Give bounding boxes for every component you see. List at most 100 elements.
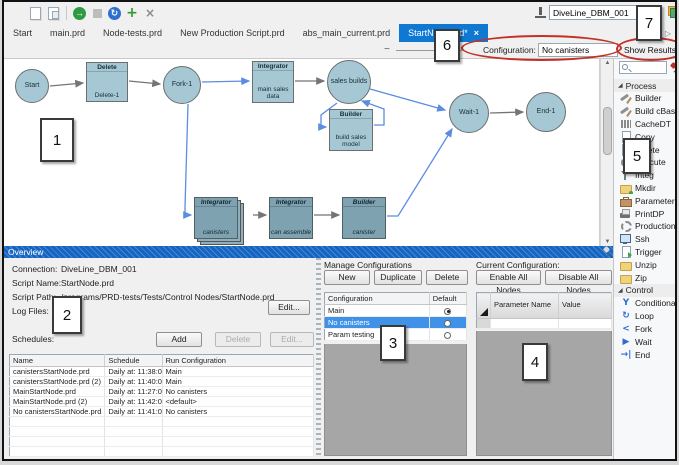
palette-pin-icon[interactable] <box>669 63 677 73</box>
schedule-row[interactable]: MainStartNode.prd (2)Daily at: 11:42:00<… <box>10 397 314 407</box>
stop-icon[interactable] <box>90 6 104 20</box>
cell[interactable]: Daily at: 11:41:00 <box>105 407 162 417</box>
zoom-out-icon[interactable]: − <box>384 44 390 55</box>
parameters-table[interactable]: Parameter Name Value <box>476 292 612 329</box>
node-delete-1[interactable]: DeleteDelete-1 <box>86 62 128 102</box>
schedule-row[interactable]: canistersStartNode.prdDaily at: 11:38:00… <box>10 367 314 377</box>
node-integrator-can-assemble[interactable]: Integratorcan assemble <box>269 197 313 239</box>
palette-item-build-cbase[interactable]: Build cBase <box>614 105 677 118</box>
schedule-row[interactable]: No canistersStartNode.prd (3)Daily at: 1… <box>10 407 314 417</box>
configuration-name[interactable]: Main <box>325 305 430 317</box>
column-header[interactable]: Run Configuration <box>162 355 314 367</box>
tab-node-tests-prd[interactable]: Node-tests.prd <box>94 24 171 42</box>
palette-item-mkdir[interactable]: Mkdir <box>614 182 677 195</box>
default-cell[interactable] <box>429 329 466 341</box>
delete-configuration-button[interactable]: Delete <box>426 270 468 285</box>
parameter-name-cell[interactable] <box>491 319 559 329</box>
tab-close-icon[interactable]: × <box>474 28 479 38</box>
panel-splitter[interactable] <box>316 258 321 457</box>
palette-item-builder[interactable]: Builder <box>614 92 677 105</box>
palette-item-zip[interactable]: Zip <box>614 271 677 284</box>
column-header[interactable]: Default <box>429 293 466 305</box>
refresh-icon[interactable]: ↻ <box>108 7 121 20</box>
column-header[interactable]: Schedule <box>105 355 162 367</box>
palette-item-loop[interactable]: ↻Loop <box>614 310 677 323</box>
cell[interactable]: MainStartNode.prd <box>10 387 105 397</box>
add-icon[interactable]: + <box>125 6 139 20</box>
schedule-row[interactable]: MainStartNode.prdDaily at: 11:27:00No ca… <box>10 387 314 397</box>
default-cell[interactable] <box>429 317 466 329</box>
log-files-edit-button[interactable]: Edit... <box>268 300 310 315</box>
default-cell[interactable] <box>429 305 466 317</box>
cell[interactable]: Daily at: 11:27:00 <box>105 387 162 397</box>
canvas-vertical-scrollbar[interactable]: ▲ ▼ <box>600 59 613 246</box>
cell[interactable]: Daily at: 11:40:00 <box>105 377 162 387</box>
overview-pin-icon[interactable] <box>602 247 612 257</box>
node-builder-sales[interactable]: Builderbuild sales model <box>329 109 373 151</box>
cell[interactable]: canistersStartNode.prd <box>10 367 105 377</box>
copy-icon[interactable] <box>28 6 42 20</box>
palette-item-production[interactable]: Production <box>614 220 677 233</box>
column-header[interactable]: Name <box>10 355 105 367</box>
node-end-1[interactable]: End-1 <box>526 92 566 132</box>
cell[interactable]: Daily at: 11:38:00 <box>105 367 162 377</box>
new-configuration-button[interactable]: New <box>324 270 370 285</box>
disable-all-nodes-button[interactable]: Disable All Nodes <box>545 270 612 285</box>
column-header[interactable]: Configuration <box>325 293 430 305</box>
cell[interactable]: <default> <box>162 397 314 407</box>
palette-item-end[interactable]: →|End <box>614 348 677 361</box>
node-builder-canister[interactable]: Buildercanister <box>342 197 386 239</box>
palette-item-parameter[interactable]: Parameter <box>614 194 677 207</box>
new-file-icon[interactable] <box>10 6 24 20</box>
node-fork-1[interactable]: Fork-1 <box>163 66 201 104</box>
configuration-name[interactable]: No canisters <box>325 317 430 329</box>
tab-abs-main-current-prd[interactable]: abs_main_current.prd <box>294 24 400 42</box>
node-sales-builds[interactable]: sales builds <box>327 60 371 104</box>
parameter-value-cell[interactable] <box>559 319 612 329</box>
enable-all-nodes-button[interactable]: Enable All Nodes <box>476 270 541 285</box>
cell[interactable]: No canisters <box>162 387 314 397</box>
node-integrator-main[interactable]: Integratormain sales data <box>252 61 294 103</box>
node-integrator-canisters[interactable]: Integratorcanisters <box>194 197 238 239</box>
close-icon[interactable]: × <box>143 6 157 20</box>
node-start[interactable]: Start <box>15 69 49 103</box>
cell[interactable]: No canistersStartNode.prd (3) <box>10 407 105 417</box>
cell[interactable]: MainStartNode.prd (2) <box>10 397 105 407</box>
add-schedule-button[interactable]: Add <box>156 332 202 347</box>
palette-item-unzip[interactable]: Unzip <box>614 258 677 271</box>
tab-new-production-script-prd[interactable]: New Production Script.prd <box>171 24 294 42</box>
palette-item-trigger[interactable]: Trigger <box>614 246 677 259</box>
duplicate-configuration-button[interactable]: Duplicate <box>374 270 422 285</box>
palette-item-printdp[interactable]: PrintDP <box>614 207 677 220</box>
cell[interactable]: Main <box>162 367 314 377</box>
configuration-input[interactable] <box>538 43 618 57</box>
schedule-row[interactable]: canistersStartNode.prd (2)Daily at: 11:4… <box>10 377 314 387</box>
default-radio[interactable] <box>444 320 451 327</box>
tab-scroll-icon[interactable]: ▷ <box>665 29 671 38</box>
script-canvas[interactable]: Start DeleteDelete-1 Fork-1 Integratormain … <box>4 59 600 246</box>
overview-panel-header[interactable]: Overview <box>4 246 613 258</box>
cell[interactable]: Daily at: 11:42:00 <box>105 397 162 407</box>
node-wait-1[interactable]: Wait-1 <box>449 93 489 133</box>
palette-item-ssh[interactable]: Ssh <box>614 233 677 246</box>
layers-icon[interactable] <box>668 6 677 18</box>
palette-section-control[interactable]: ◢Control <box>614 284 677 297</box>
schedules-table[interactable]: NameScheduleRun ConfigurationcanistersSt… <box>9 354 314 457</box>
palette-item-fork[interactable]: <Fork <box>614 323 677 336</box>
cell[interactable]: No canisters <box>162 407 314 417</box>
configuration-row-main[interactable]: Main <box>325 305 467 317</box>
tab-main-prd[interactable]: main.prd <box>41 24 94 42</box>
palette-section-process[interactable]: ◢Process <box>614 79 677 92</box>
palette-item-cachedt[interactable]: CacheDT <box>614 118 677 131</box>
palette-search-input[interactable] <box>619 61 667 74</box>
configuration-name[interactable]: Param testing <box>325 329 430 341</box>
tab-start[interactable]: Start <box>4 24 41 42</box>
palette-item-wait[interactable]: ▶Wait <box>614 335 677 348</box>
default-radio[interactable] <box>444 332 451 339</box>
run-icon[interactable]: → <box>73 7 86 20</box>
default-radio[interactable] <box>444 308 451 315</box>
scrollbar-thumb[interactable] <box>603 107 612 155</box>
palette-item-conditional[interactable]: YConditional <box>614 297 677 310</box>
paste-icon[interactable] <box>46 6 60 20</box>
cell[interactable]: Main <box>162 377 314 387</box>
